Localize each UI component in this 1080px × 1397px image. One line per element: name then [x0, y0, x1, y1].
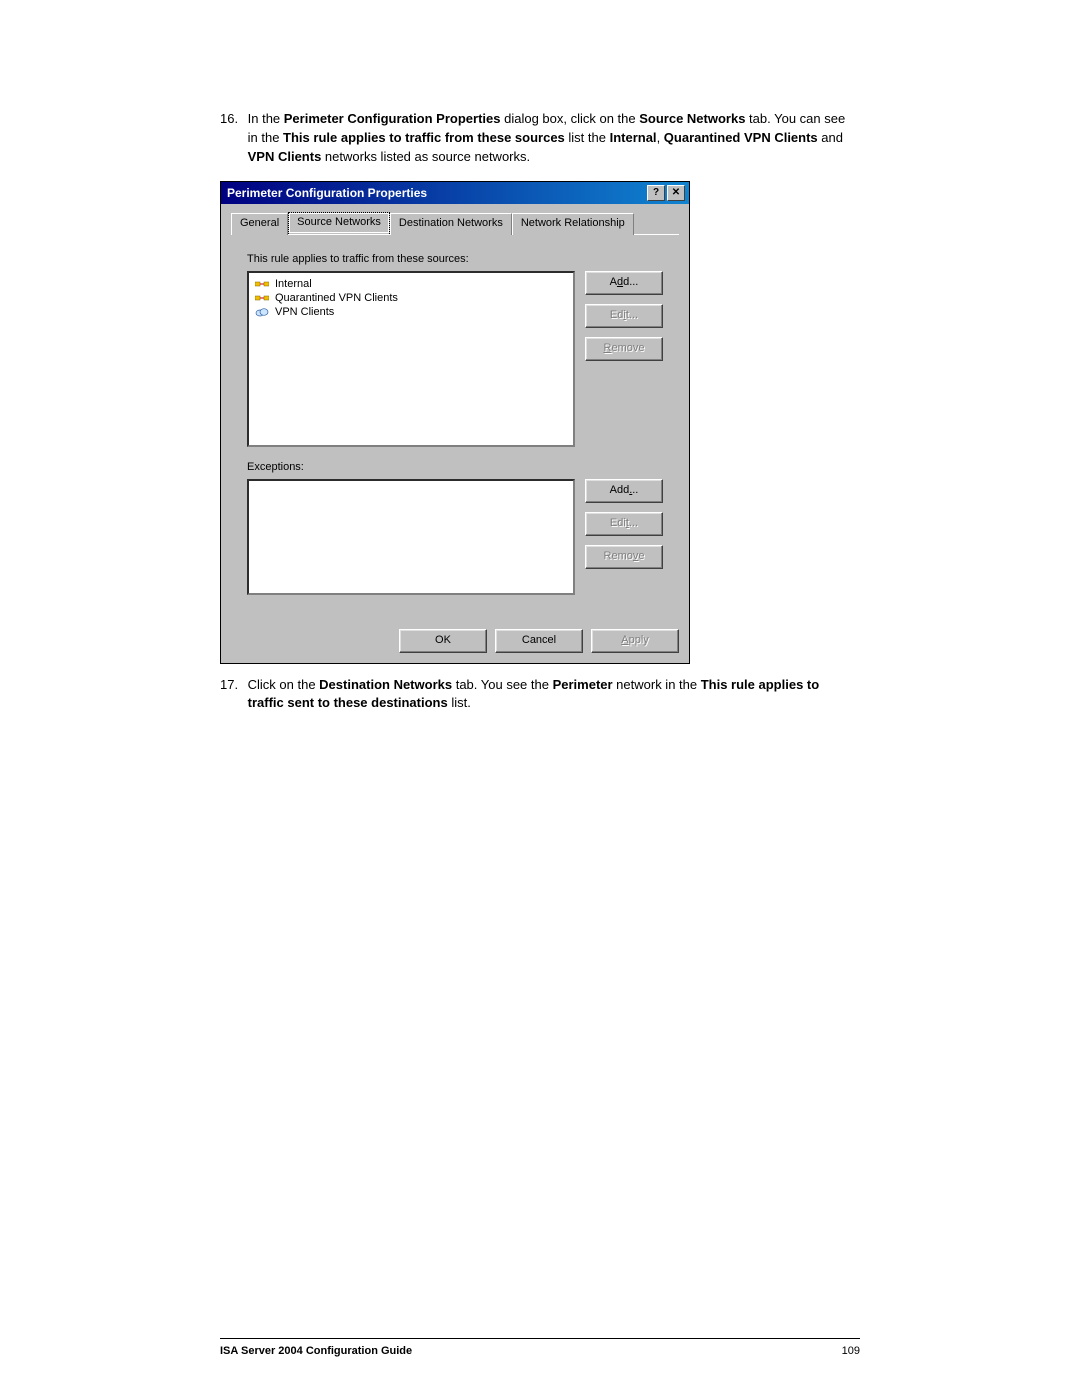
step-number: 17. — [220, 676, 244, 695]
edit-button[interactable]: Edit... — [585, 304, 663, 328]
add-button[interactable]: Add... — [585, 271, 663, 295]
tab-panel: This rule applies to traffic from these … — [231, 234, 679, 611]
remove-button[interactable]: Remove — [585, 337, 663, 361]
step-text: Click on the Destination Networks tab. Y… — [248, 676, 848, 714]
exceptions-label: Exceptions: — [247, 461, 663, 473]
list-item[interactable]: Internal — [255, 277, 567, 291]
network-icon — [255, 278, 269, 290]
tab-network-relationship[interactable]: Network Relationship — [512, 213, 634, 235]
tab-general[interactable]: General — [231, 213, 288, 235]
perimeter-config-dialog: Perimeter Configuration Properties ? ✕ G… — [220, 181, 690, 664]
sources-buttons: Add... Edit... Remove — [585, 271, 663, 447]
list-item[interactable]: Quarantined VPN Clients — [255, 291, 567, 305]
tabstrip: General Source Networks Destination Netw… — [221, 204, 689, 234]
ok-button[interactable]: OK — [399, 629, 487, 653]
apply-button[interactable]: Apply — [591, 629, 679, 653]
page-footer: ISA Server 2004 Configuration Guide 109 — [220, 1338, 860, 1357]
exceptions-listbox[interactable] — [247, 479, 575, 595]
titlebar[interactable]: Perimeter Configuration Properties ? ✕ — [221, 182, 689, 204]
sources-label: This rule applies to traffic from these … — [247, 253, 663, 265]
cloud-icon — [255, 306, 269, 318]
step-17: 17. Click on the Destination Networks ta… — [220, 676, 860, 714]
tab-destination-networks[interactable]: Destination Networks — [390, 213, 512, 235]
tab-source-networks[interactable]: Source Networks — [288, 212, 390, 234]
step-text: In the Perimeter Configuration Propertie… — [248, 110, 848, 167]
dialog-title: Perimeter Configuration Properties — [227, 186, 645, 200]
list-item-label: VPN Clients — [275, 306, 334, 318]
document-page: 16. In the Perimeter Configuration Prope… — [0, 0, 1080, 1397]
add-exception-button[interactable]: Add... — [585, 479, 663, 503]
help-button[interactable]: ? — [647, 185, 665, 201]
exceptions-buttons: Add... Edit... Remove — [585, 479, 663, 595]
list-item[interactable]: VPN Clients — [255, 305, 567, 319]
footer-title: ISA Server 2004 Configuration Guide — [220, 1345, 412, 1357]
edit-exception-button[interactable]: Edit... — [585, 512, 663, 536]
list-item-label: Internal — [275, 278, 312, 290]
remove-exception-button[interactable]: Remove — [585, 545, 663, 569]
step-number: 16. — [220, 110, 244, 129]
page-number: 109 — [842, 1345, 860, 1357]
close-button[interactable]: ✕ — [667, 185, 685, 201]
cancel-button[interactable]: Cancel — [495, 629, 583, 653]
network-icon — [255, 292, 269, 304]
dialog-footer: OK Cancel Apply — [221, 621, 689, 663]
list-item-label: Quarantined VPN Clients — [275, 292, 398, 304]
step-16: 16. In the Perimeter Configuration Prope… — [220, 110, 860, 167]
sources-listbox[interactable]: Internal Quarantined VPN Clients VPN Cli… — [247, 271, 575, 447]
